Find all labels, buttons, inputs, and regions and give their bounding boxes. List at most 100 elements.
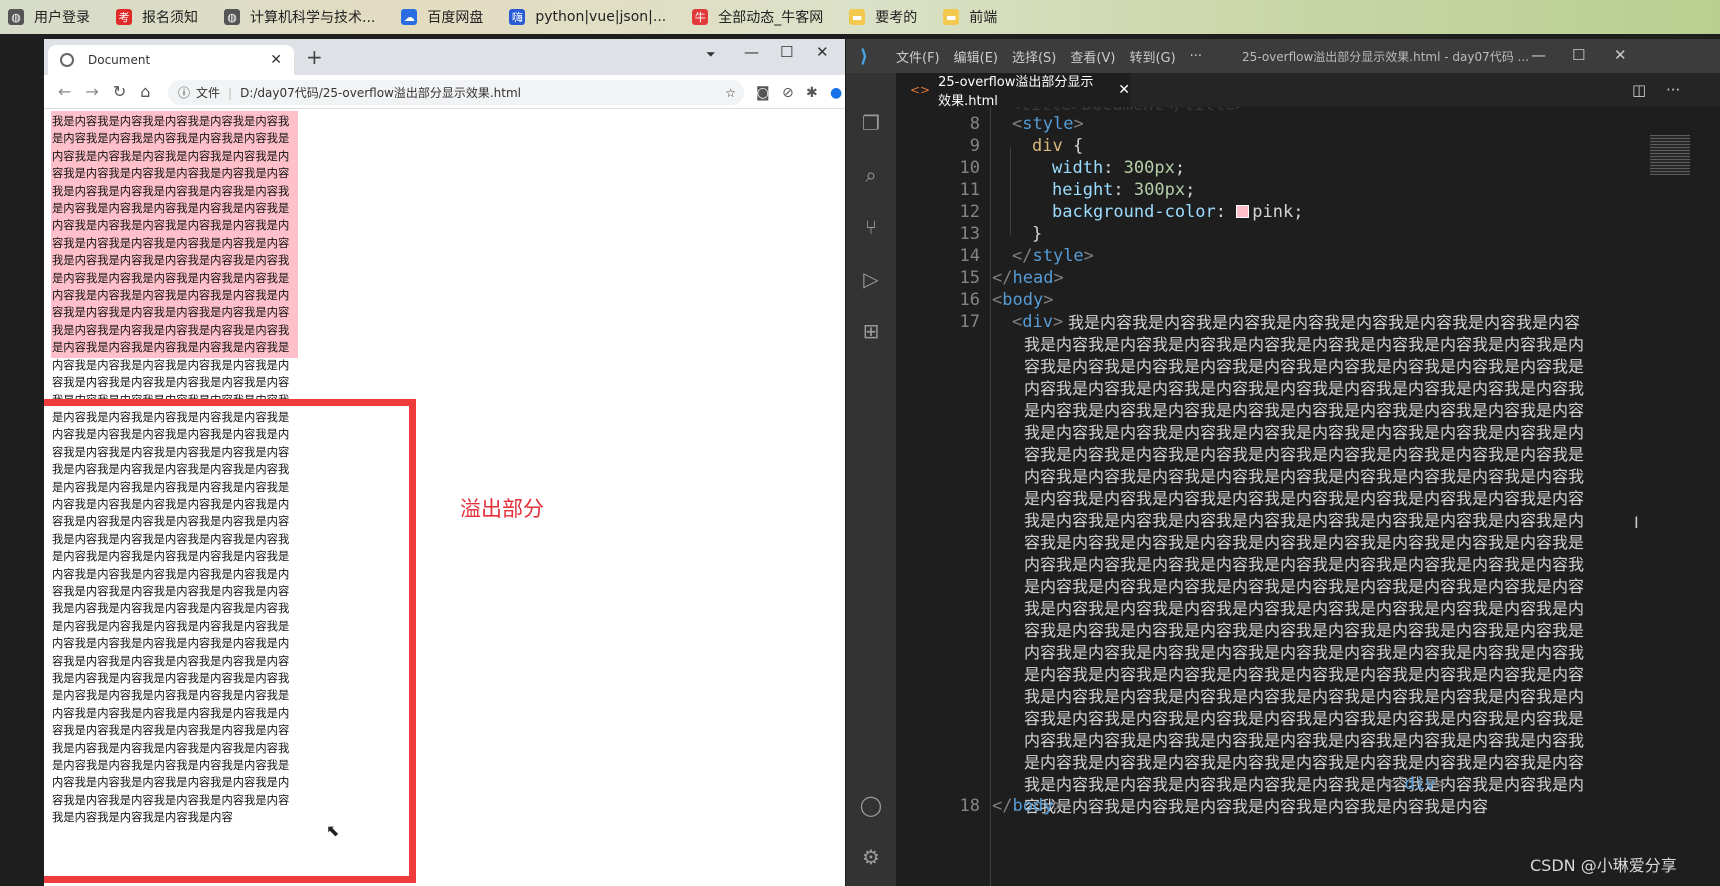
browser-tab[interactable]: Document ✕ xyxy=(48,45,294,75)
browser-tabstrip: Document ✕ + ⏷ — ☐ ✕ xyxy=(44,39,845,75)
css-value: pink xyxy=(1252,202,1294,222)
run-debug-icon[interactable]: ▷ xyxy=(859,267,883,291)
editor-scrollbar[interactable] xyxy=(1706,107,1720,886)
code-line-16: <body> xyxy=(992,290,1054,310)
menu-edit[interactable]: 编辑(E) xyxy=(954,47,998,66)
source-control-icon[interactable]: ⑂ xyxy=(859,215,883,239)
minimap[interactable] xyxy=(1646,107,1690,227)
color-swatch[interactable] xyxy=(1236,205,1250,218)
maximize-button[interactable]: ☐ xyxy=(780,43,793,61)
line-number: 14 xyxy=(959,246,980,266)
browser-window: Document ✕ + ⏷ — ☐ ✕ ← → ↻ ⌂ ⓘ 文件 | D:/d… xyxy=(44,39,845,886)
css-property: width xyxy=(1052,158,1104,178)
bookmark-label: 计算机科学与技术... xyxy=(250,10,376,26)
vscode-close-button[interactable]: ✕ xyxy=(1614,46,1627,64)
menu-selection[interactable]: 选择(S) xyxy=(1012,47,1056,66)
tab-title: Document xyxy=(88,53,151,67)
bookmark-label: 全部动态_牛客网 xyxy=(718,10,824,26)
vscode-window: ⟩ 文件(F) 编辑(E) 选择(S) 查看(V) 转到(G) ··· 25-o… xyxy=(846,39,1720,886)
kao-icon: 考 xyxy=(116,9,132,25)
code-line-13: } xyxy=(1032,224,1043,244)
address-prefix: 文件 xyxy=(196,86,221,100)
body-close-tag: body xyxy=(1012,796,1054,816)
profile-icon[interactable]: ● xyxy=(830,85,842,101)
bookmark-item[interactable]: ☁ 百度网盘 xyxy=(393,0,491,34)
style-close-tag: style xyxy=(1032,246,1084,266)
bookmark-item[interactable]: ◍ 计算机科学与技术... xyxy=(216,0,383,34)
head-close-tag: head xyxy=(1012,268,1054,288)
address-toolbar: ← → ↻ ⌂ ⓘ 文件 | D:/day07代码/25-overflow溢出部… xyxy=(44,75,845,109)
close-window-button[interactable]: ✕ xyxy=(816,43,829,61)
bookmark-label: 前端 xyxy=(969,10,998,26)
css-value: 300px xyxy=(1123,158,1175,178)
camera-icon[interactable]: ◙ xyxy=(756,85,770,101)
tab-search-icon[interactable]: ⏷ xyxy=(706,47,716,62)
css-property: background-color xyxy=(1052,202,1216,222)
code-line-9: div { xyxy=(1032,136,1084,156)
reload-icon[interactable]: ↻ xyxy=(113,82,126,101)
bookmark-star-icon[interactable]: ☆ xyxy=(725,86,736,100)
code-line-11: height: 300px; xyxy=(1052,180,1196,200)
line-number: 12 xyxy=(959,202,980,222)
baidu-cloud-icon: ☁ xyxy=(401,9,418,25)
vscode-window-title: 25-overflow溢出部分显示效果.html - day07代码 ... xyxy=(1242,50,1530,64)
bookmark-item[interactable]: ▬ 要考的 xyxy=(841,0,925,34)
extensions-icon[interactable]: ⊞ xyxy=(859,319,883,343)
bookmark-label: python|vue|json|... xyxy=(535,9,667,25)
settings-gear-icon[interactable]: ⚙ xyxy=(859,845,883,869)
line-number: 10 xyxy=(959,158,980,178)
line-number: 8 xyxy=(969,114,980,134)
editor-tabs: <> 25-overflow溢出部分显示效果.html ✕ ◫ ··· xyxy=(896,73,1720,109)
forward-icon[interactable]: → xyxy=(85,82,98,101)
new-tab-button[interactable]: + xyxy=(306,45,323,69)
css-selector: div xyxy=(1032,136,1063,156)
account-icon[interactable]: ◯ xyxy=(859,793,883,817)
explorer-icon[interactable]: ❐ xyxy=(859,111,883,135)
minimize-button[interactable]: — xyxy=(744,43,759,61)
code-line-12: background-color: pink; xyxy=(1052,202,1304,222)
minimap-block xyxy=(1650,135,1690,175)
vscode-maximize-button[interactable]: ☐ xyxy=(1572,46,1585,64)
code-line-8: <style> xyxy=(1012,114,1084,134)
code-editor[interactable]: <title>Document</title> 8 <style> 9 div … xyxy=(896,107,1690,886)
menu-view[interactable]: 查看(V) xyxy=(1070,47,1115,66)
indent-guide xyxy=(1010,147,1011,235)
back-icon[interactable]: ← xyxy=(58,82,71,101)
split-editor-icon[interactable]: ◫ xyxy=(1632,81,1646,99)
code-line-15: </head> xyxy=(992,268,1064,288)
close-editor-tab-icon[interactable]: ✕ xyxy=(1118,82,1130,98)
vscode-minimize-button[interactable]: — xyxy=(1531,46,1546,64)
bookmark-label: 要考的 xyxy=(875,10,918,26)
div-close-tag: div xyxy=(1404,774,1436,794)
menu-file[interactable]: 文件(F) xyxy=(896,47,940,66)
bookmark-item[interactable]: 牛全部动态_牛客网 xyxy=(684,0,831,34)
css-value: 300px xyxy=(1133,180,1186,200)
code-line-14: </style> xyxy=(1012,246,1094,266)
code-line-18: </body> xyxy=(992,796,1064,816)
vscode-logo-icon: ⟩ xyxy=(859,45,869,67)
bookmark-label: 用户登录 xyxy=(34,10,90,26)
home-icon[interactable]: ⌂ xyxy=(140,82,150,101)
bookmark-item[interactable]: 嗨 python|vue|json|... xyxy=(501,0,674,34)
text-cursor-icon: Ⅰ xyxy=(1634,513,1639,532)
bookmark-item[interactable]: ◍ 用户登录 xyxy=(0,0,98,34)
puzzle-icon[interactable]: ✱ xyxy=(806,85,818,101)
bookmark-item[interactable]: ▬ 前端 xyxy=(935,0,1005,34)
editor-tab-active[interactable]: <> 25-overflow溢出部分显示效果.html ✕ xyxy=(896,73,1130,109)
menu-more[interactable]: ··· xyxy=(1190,49,1202,64)
extension-off-icon[interactable]: ⊘ xyxy=(782,85,794,101)
page-viewport: 我是内容我是内容我是内容我是内容我是内容我是内容我是内容我是内容我是内容我是内容… xyxy=(44,109,845,886)
hai-icon: 嗨 xyxy=(509,9,526,25)
more-actions-icon[interactable]: ··· xyxy=(1666,81,1680,99)
search-icon[interactable]: ⌕ xyxy=(859,163,883,187)
globe-icon: ◍ xyxy=(8,9,24,25)
close-tab-icon[interactable]: ✕ xyxy=(270,52,282,68)
code-line-17-close: </div> xyxy=(1384,774,1446,794)
mouse-cursor-icon: ⬉ xyxy=(326,821,340,840)
overflow-highlight-frame xyxy=(44,399,416,883)
info-icon[interactable]: ⓘ xyxy=(178,84,190,101)
bookmark-item[interactable]: 考报名须知 xyxy=(108,0,206,34)
address-path: D:/day07代码/25-overflow溢出部分显示效果.html xyxy=(240,86,522,100)
menu-goto[interactable]: 转到(G) xyxy=(1129,47,1175,66)
address-bar[interactable]: ⓘ 文件 | D:/day07代码/25-overflow溢出部分显示效果.ht… xyxy=(168,80,744,105)
